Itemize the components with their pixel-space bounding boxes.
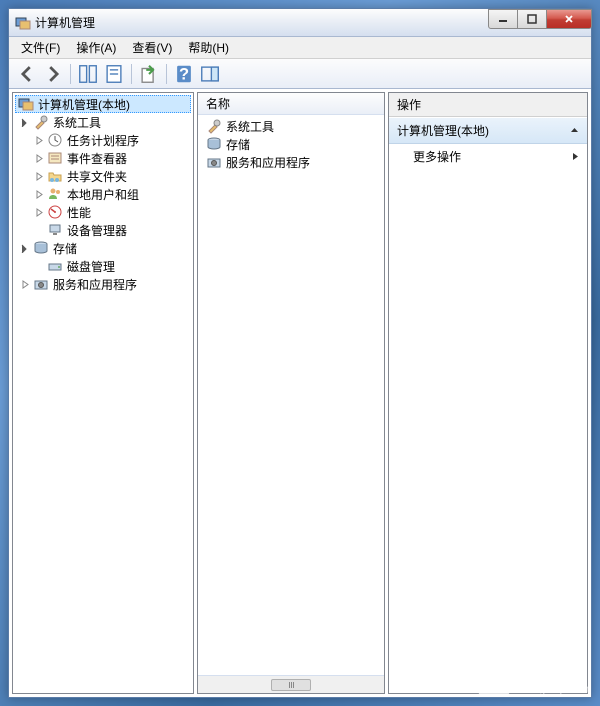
app-icon [15,15,31,31]
help-button[interactable]: ? [172,62,196,86]
tree-task-scheduler[interactable]: 任务计划程序 [15,131,191,149]
action-label: 更多操作 [413,148,461,165]
users-icon [47,186,63,202]
tools-icon [33,114,49,130]
tree-label: 磁盘管理 [65,258,117,275]
minimize-button[interactable] [488,9,518,29]
list-label: 存储 [224,136,252,153]
action-group-label: 计算机管理(本地) [397,122,489,139]
toolbar-separator [166,64,167,84]
storage-icon [33,240,49,256]
properties-button[interactable] [102,62,126,86]
actions-header: 操作 [389,93,587,117]
menu-help[interactable]: 帮助(H) [180,37,237,58]
tree-disk-management[interactable]: 磁盘管理 [15,257,191,275]
tree-label: 服务和应用程序 [51,276,139,293]
navigation-tree[interactable]: 计算机管理(本地) 系统工具 任务计划程序 [13,93,193,693]
tree-shared-folders[interactable]: 共享文件夹 [15,167,191,185]
actions-pane: 操作 计算机管理(本地) 更多操作 [388,92,588,694]
submenu-arrow-icon [572,150,579,164]
list-label: 系统工具 [224,118,276,135]
expand-icon[interactable] [33,188,45,200]
tree-label: 设备管理器 [65,222,129,239]
expand-icon[interactable] [33,206,45,218]
disk-icon [47,258,63,274]
tree-label: 共享文件夹 [65,168,129,185]
collapse-arrow-icon [570,124,579,138]
menu-file[interactable]: 文件(F) [13,37,68,58]
show-hide-tree-button[interactable] [76,62,100,86]
clock-icon [47,132,63,148]
menu-action[interactable]: 操作(A) [68,37,124,58]
list-item[interactable]: 存储 [200,135,382,153]
menubar: 文件(F) 操作(A) 查看(V) 帮助(H) [9,37,591,59]
expand-icon[interactable] [33,170,45,182]
storage-icon [206,136,222,152]
expand-icon[interactable] [33,152,45,164]
tree-label: 事件查看器 [65,150,129,167]
action-group-header[interactable]: 计算机管理(本地) [389,117,587,144]
shared-folder-icon [47,168,63,184]
tree-label: 计算机管理(本地) [36,96,132,113]
tree-pane: 计算机管理(本地) 系统工具 任务计划程序 [12,92,194,694]
services-icon [33,276,49,292]
list-label: 服务和应用程序 [224,154,312,171]
tree-local-users[interactable]: 本地用户和组 [15,185,191,203]
tree-storage[interactable]: 存储 [15,239,191,257]
horizontal-scrollbar[interactable] [198,675,384,693]
action-more[interactable]: 更多操作 [389,144,587,169]
tree-performance[interactable]: 性能 [15,203,191,221]
tree-system-tools[interactable]: 系统工具 [15,113,191,131]
window-controls [489,9,592,29]
forward-button[interactable] [41,62,65,86]
actions-title: 操作 [397,98,421,112]
column-label: 名称 [206,95,230,112]
tree-label: 存储 [51,240,79,257]
tree-label: 系统工具 [51,114,103,131]
event-icon [47,150,63,166]
column-header-name[interactable]: 名称 [198,93,384,115]
maximize-button[interactable] [517,9,547,29]
tree-label: 性能 [65,204,93,221]
window-title: 计算机管理 [35,14,489,31]
tree-services-apps[interactable]: 服务和应用程序 [15,275,191,293]
tools-icon [206,118,222,134]
performance-icon [47,204,63,220]
list-body[interactable]: 系统工具 存储 服务和应用程序 [198,115,384,675]
scroll-thumb[interactable] [271,679,311,691]
back-button[interactable] [15,62,39,86]
computer-icon [18,96,34,112]
export-button[interactable] [137,62,161,86]
tree-event-viewer[interactable]: 事件查看器 [15,149,191,167]
toolbar-separator [70,64,71,84]
svg-text:?: ? [179,65,189,83]
toolbar-separator [131,64,132,84]
app-window: 计算机管理 文件(F) 操作(A) 查看(V) 帮助(H) ? 计算机管理(本地 [8,8,592,698]
toolbar: ? [9,59,591,89]
close-button[interactable] [546,9,592,29]
list-item[interactable]: 系统工具 [200,117,382,135]
titlebar[interactable]: 计算机管理 [9,9,591,37]
expand-icon[interactable] [19,278,31,290]
device-icon [47,222,63,238]
tree-label: 本地用户和组 [65,186,141,203]
collapse-icon[interactable] [19,242,31,254]
menu-view[interactable]: 查看(V) [124,37,180,58]
tree-device-manager[interactable]: 设备管理器 [15,221,191,239]
list-item[interactable]: 服务和应用程序 [200,153,382,171]
tree-label: 任务计划程序 [65,132,141,149]
list-pane: 名称 系统工具 存储 服务和应用程序 [197,92,385,694]
expand-icon[interactable] [33,134,45,146]
content-area: 计算机管理(本地) 系统工具 任务计划程序 [9,89,591,697]
tree-root[interactable]: 计算机管理(本地) [15,95,191,113]
services-icon [206,154,222,170]
collapse-icon[interactable] [19,116,31,128]
show-action-pane-button[interactable] [198,62,222,86]
